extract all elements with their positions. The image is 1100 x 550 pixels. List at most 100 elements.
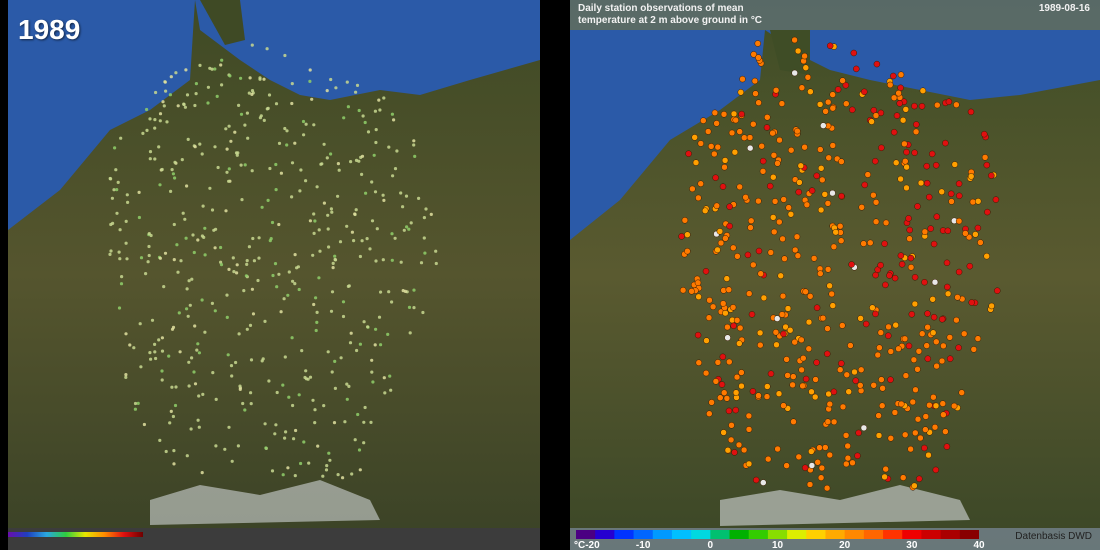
station-dot: [336, 162, 340, 166]
station-dot: [705, 314, 713, 321]
station-dot: [153, 157, 157, 161]
station-dot: [932, 402, 940, 410]
station-dot: [245, 111, 249, 115]
station-dot: [320, 162, 324, 166]
station-dot: [772, 329, 780, 336]
station-dot: [828, 290, 835, 298]
station-dot: [983, 161, 991, 169]
station-dot: [755, 247, 763, 255]
station-dot: [387, 290, 391, 294]
station-dot: [197, 351, 201, 355]
station-dot: [713, 202, 721, 210]
station-dot: [760, 294, 768, 302]
station-dot: [906, 235, 913, 242]
station-dot: [356, 412, 360, 417]
station-dot: [858, 204, 865, 211]
station-dot: [197, 425, 201, 429]
station-dot: [903, 184, 910, 192]
station-dot: [839, 77, 846, 84]
station-dot: [767, 249, 775, 256]
station-dot: [345, 382, 349, 386]
station-dot: [242, 289, 246, 293]
station-dot: [215, 94, 219, 98]
station-dot: [817, 474, 825, 481]
station-dot: [704, 128, 712, 135]
station-dot: [133, 407, 137, 411]
station-dot: [178, 350, 182, 354]
station-dot: [324, 468, 329, 472]
station-dot: [708, 399, 715, 406]
station-dot: [256, 278, 260, 283]
station-dot: [826, 282, 833, 290]
colorbar-tick-label: 40: [973, 540, 985, 550]
station-dot: [389, 388, 393, 392]
station-dot: [779, 235, 786, 243]
station-dot: [226, 353, 230, 357]
station-dot: [243, 163, 247, 167]
colorbar-segment: [691, 530, 711, 539]
station-dot: [362, 320, 366, 324]
station-dot: [719, 353, 727, 361]
station-dot: [157, 145, 161, 149]
station-dot: [379, 343, 383, 347]
station-dot: [153, 126, 157, 130]
station-dot: [930, 240, 938, 248]
station-dot: [776, 218, 783, 226]
station-dot: [326, 213, 330, 217]
station-dot: [912, 386, 919, 394]
station-dot: [185, 307, 189, 311]
station-dot: [145, 128, 149, 132]
station-dot: [838, 192, 845, 200]
station-dot: [943, 443, 951, 450]
station-dot: [139, 256, 144, 260]
station-dot: [228, 74, 232, 78]
station-dot: [282, 297, 286, 301]
station-dot: [818, 464, 826, 472]
colorbar-segment: [883, 530, 903, 539]
station-dot: [921, 278, 928, 286]
station-dot: [154, 90, 158, 95]
station-dot: [290, 336, 294, 340]
station-dot: [988, 302, 995, 310]
station-dot: [972, 231, 979, 238]
station-dot: [257, 236, 261, 240]
station-dot: [778, 100, 786, 107]
station-dot: [867, 239, 874, 247]
station-dot: [838, 158, 845, 165]
station-dot: [774, 160, 781, 167]
station-dot: [170, 385, 174, 389]
station-dot: [905, 342, 913, 350]
station-dot: [912, 128, 920, 136]
station-dot: [245, 259, 249, 263]
station-dot: [390, 232, 394, 236]
station-dot: [243, 123, 247, 127]
station-dot: [119, 282, 124, 286]
station-dot: [879, 385, 886, 392]
station-dot: [341, 314, 346, 319]
station-dot: [907, 445, 914, 453]
station-dot: [721, 163, 728, 171]
station-dot: [301, 119, 306, 124]
station-dot: [372, 153, 376, 157]
station-dot: [712, 378, 720, 385]
colorbar-segment: [748, 530, 769, 539]
station-dot: [929, 329, 937, 336]
station-dot: [172, 449, 176, 453]
station-dot: [685, 150, 692, 157]
station-dot: [313, 219, 317, 223]
station-dot: [802, 64, 810, 71]
station-dot: [773, 315, 781, 322]
station-dot: [373, 343, 377, 347]
station-dot: [911, 149, 918, 156]
station-dot: [390, 112, 394, 116]
station-dot: [887, 348, 895, 355]
station-dot: [325, 156, 329, 160]
station-dot: [326, 227, 330, 231]
station-dot: [777, 272, 784, 280]
station-dot: [379, 290, 383, 294]
station-dot: [307, 461, 311, 465]
station-dot: [160, 378, 164, 382]
station-dot: [346, 284, 350, 288]
station-dot: [237, 103, 241, 107]
station-dot: [325, 89, 329, 93]
